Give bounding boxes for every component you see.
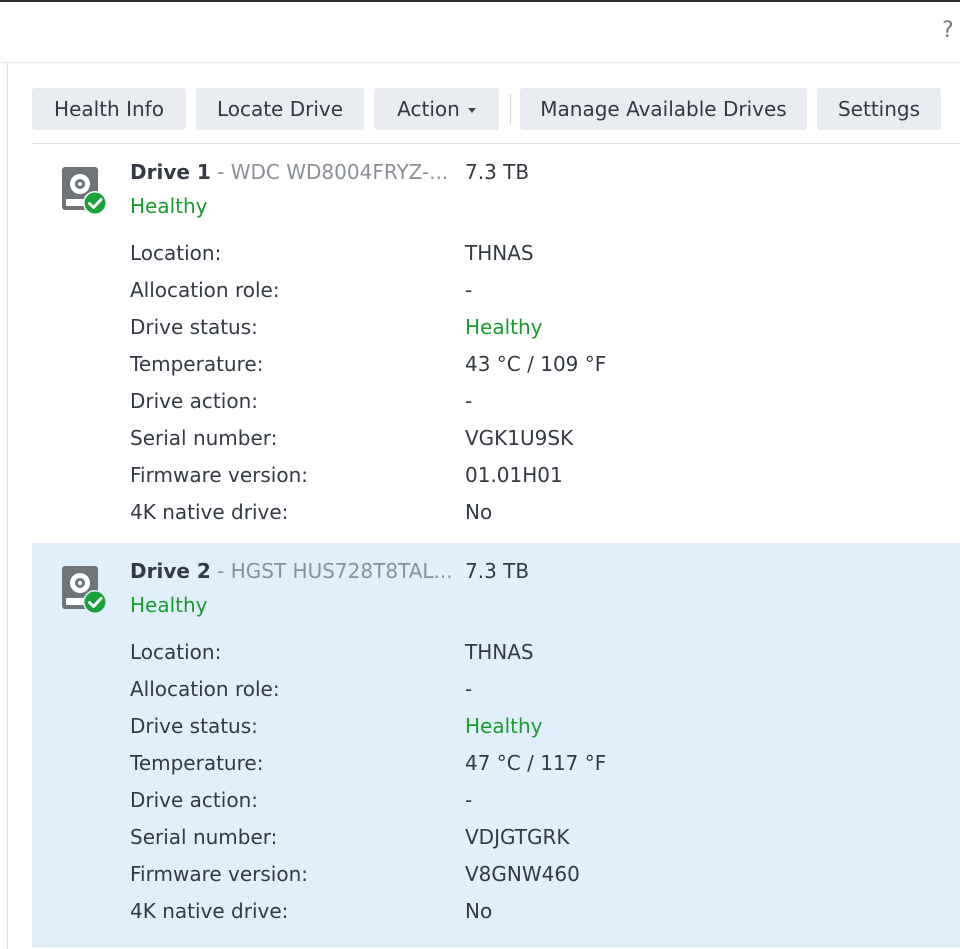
location-label: Location:	[130, 640, 222, 664]
firmware-version-label: Firmware version:	[130, 862, 309, 886]
hard-drive-healthy-icon	[62, 566, 107, 614]
4k-native-value: No	[465, 899, 493, 923]
drive-status-value: Healthy	[465, 315, 543, 339]
firmware-version-value: 01.01H01	[465, 463, 563, 487]
location-label: Location:	[130, 241, 222, 265]
action-dropdown-button[interactable]: Action	[374, 88, 499, 130]
serial-number-value: VGK1U9SK	[465, 426, 574, 450]
health-info-button[interactable]: Health Info	[32, 88, 186, 130]
health-info-label: Health Info	[54, 97, 164, 121]
drive-action-label: Drive action:	[130, 788, 258, 812]
drive-model-prefix: -	[217, 559, 231, 583]
firmware-version-label: Firmware version:	[130, 463, 309, 487]
caret-down-icon	[467, 107, 476, 113]
4k-native-value: No	[465, 500, 493, 524]
settings-label: Settings	[837, 97, 921, 121]
manage-available-drives-button[interactable]: Manage Available Drives	[520, 88, 807, 130]
temperature-label: Temperature:	[130, 751, 264, 775]
list-bottom-border	[32, 945, 960, 947]
4k-native-label: 4K native drive:	[130, 500, 289, 524]
drive-action-label: Drive action:	[130, 389, 258, 413]
drive-action-value: -	[465, 389, 473, 413]
allocation-role-label: Allocation role:	[130, 677, 280, 701]
drive-title: Drive 1 - WDC WD8004FRYZ-...	[130, 160, 448, 184]
help-icon[interactable]: ?	[942, 18, 954, 43]
drive-capacity: 7.3 TB	[465, 160, 530, 184]
hard-drive-healthy-icon	[62, 167, 107, 215]
drive-model: HGST HUS728T8TAL...	[230, 559, 453, 583]
drive-health-status: Healthy	[130, 194, 208, 218]
header-divider	[0, 62, 960, 63]
serial-number-label: Serial number:	[130, 825, 278, 849]
drive-status-label: Drive status:	[130, 315, 258, 339]
manage-available-drives-label: Manage Available Drives	[540, 97, 787, 121]
location-value: THNAS	[465, 241, 534, 265]
firmware-version-value: V8GNW460	[465, 862, 580, 886]
serial-number-value: VDJGTGRK	[465, 825, 570, 849]
drive-status-value: Healthy	[465, 714, 543, 738]
drive-model-prefix: -	[217, 160, 231, 184]
drive-action-value: -	[465, 788, 473, 812]
toolbar-separator	[510, 94, 511, 124]
temperature-label: Temperature:	[130, 352, 264, 376]
drive-name: Drive 2	[130, 559, 211, 583]
4k-native-label: 4K native drive:	[130, 899, 289, 923]
locate-drive-label: Locate Drive	[216, 97, 344, 121]
drive-name: Drive 1	[130, 160, 211, 184]
drive-status-label: Drive status:	[130, 714, 258, 738]
window-top-border	[0, 0, 960, 2]
allocation-role-label: Allocation role:	[130, 278, 280, 302]
drive-card-2[interactable]: Drive 2 - HGST HUS728T8TAL... 7.3 TB Hea…	[32, 543, 960, 945]
allocation-role-value: -	[465, 677, 473, 701]
location-value: THNAS	[465, 640, 534, 664]
settings-button[interactable]: Settings	[817, 88, 941, 130]
drive-title: Drive 2 - HGST HUS728T8TAL...	[130, 559, 453, 583]
drive-capacity: 7.3 TB	[465, 559, 530, 583]
drive-model: WDC WD8004FRYZ-...	[230, 160, 449, 184]
panel-left-border	[7, 62, 8, 949]
drive-health-status: Healthy	[130, 593, 208, 617]
action-label: Action	[397, 97, 460, 121]
locate-drive-button[interactable]: Locate Drive	[196, 88, 364, 130]
serial-number-label: Serial number:	[130, 426, 278, 450]
temperature-value: 47 °C / 117 °F	[465, 751, 607, 775]
drive-card-1[interactable]: Drive 1 - WDC WD8004FRYZ-... 7.3 TB Heal…	[32, 144, 960, 543]
temperature-value: 43 °C / 109 °F	[465, 352, 607, 376]
allocation-role-value: -	[465, 278, 473, 302]
